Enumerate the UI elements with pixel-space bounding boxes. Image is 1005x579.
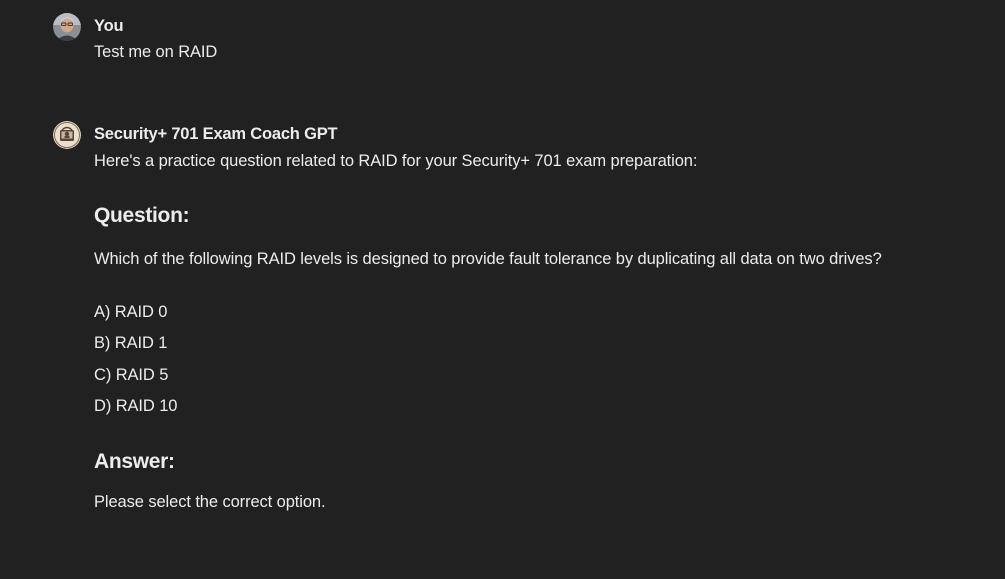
chat-thread: You Test me on RAID Security+ 701 Exam C… xyxy=(0,0,1005,579)
answer-options-list: A) RAID 0 B) RAID 1 C) RAID 5 D) RAID 10 xyxy=(94,297,965,423)
option-b: B) RAID 1 xyxy=(94,334,168,352)
question-text: Which of the following RAID levels is de… xyxy=(94,250,882,268)
assistant-intro-text: Here's a practice question related to RA… xyxy=(94,152,698,170)
assistant-author-name: Security+ 701 Exam Coach GPT xyxy=(94,125,338,143)
answer-text: Please select the correct option. xyxy=(94,492,326,511)
assistant-message: Security+ 701 Exam Coach GPT Here's a pr… xyxy=(53,121,965,516)
option-d: D) RAID 10 xyxy=(94,397,178,415)
question-heading: Question: xyxy=(94,204,190,227)
option-c: C) RAID 5 xyxy=(94,365,169,384)
option-a: A) RAID 0 xyxy=(94,302,168,321)
answer-heading: Answer: xyxy=(94,449,175,473)
user-author-name: You xyxy=(94,17,124,35)
user-message: You Test me on RAID xyxy=(53,13,965,66)
user-message-text: Test me on RAID xyxy=(94,43,218,61)
gpt-avatar-icon xyxy=(53,121,81,149)
user-avatar-icon xyxy=(53,13,81,41)
